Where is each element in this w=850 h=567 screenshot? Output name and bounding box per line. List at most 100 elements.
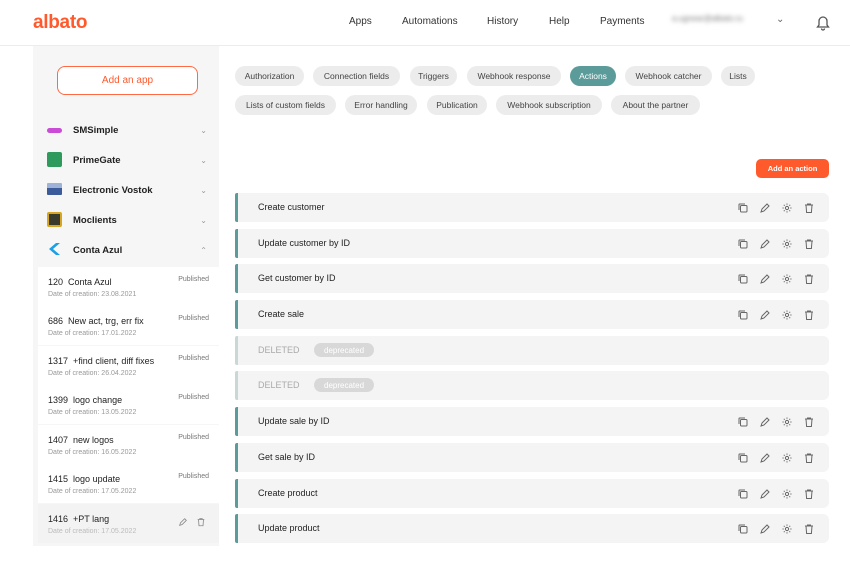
app-name: Conta Azul [73, 244, 123, 256]
chevron-down-icon[interactable]: ⌄ [776, 14, 784, 25]
trash-icon[interactable] [803, 416, 815, 428]
action-row[interactable]: Create sale [235, 300, 829, 329]
chevron-down-icon[interactable]: ⌄ [200, 186, 207, 195]
action-label: DELETED [258, 380, 300, 390]
trash-icon[interactable] [196, 517, 206, 527]
add-action-button[interactable]: Add an action [756, 159, 829, 178]
gear-icon[interactable] [781, 309, 793, 321]
action-row[interactable]: Update customer by ID [235, 229, 829, 258]
gear-icon[interactable] [781, 452, 793, 464]
version-item[interactable]: 1399 logo change Date of creation: 13.05… [38, 385, 219, 424]
action-label: Get sale by ID [258, 452, 316, 462]
version-date: Date of creation: 17.01.2022 [48, 330, 137, 337]
copy-icon[interactable] [737, 523, 749, 535]
gear-icon[interactable] [781, 416, 793, 428]
tab-lists-of-custom-fields[interactable]: Lists of custom fields [235, 95, 336, 115]
version-name: logo update [73, 474, 121, 484]
nav-history[interactable]: History [487, 16, 518, 27]
gear-icon[interactable] [781, 238, 793, 250]
copy-icon[interactable] [737, 238, 749, 250]
tab-webhook-response[interactable]: Webhook response [467, 66, 561, 86]
action-row[interactable]: Update product [235, 514, 829, 543]
action-row[interactable]: Get customer by ID [235, 264, 829, 293]
gear-icon[interactable] [781, 202, 793, 214]
pencil-icon[interactable] [759, 523, 771, 535]
gear-icon[interactable] [781, 523, 793, 535]
chevron-down-icon[interactable]: ⌄ [200, 126, 207, 135]
electronic-vostok-logo-icon [47, 183, 62, 195]
tab-webhook-subscription[interactable]: Webhook subscription [496, 95, 602, 115]
albato-logo[interactable]: albato [33, 12, 87, 34]
tab-actions[interactable]: Actions [570, 66, 616, 86]
sidebar-app-smsimple[interactable]: SMSimple ⌄ [33, 115, 219, 145]
copy-icon[interactable] [737, 202, 749, 214]
version-item[interactable]: 1415 logo update Date of creation: 17.05… [38, 464, 219, 503]
deprecated-badge: deprecated [314, 343, 375, 357]
deprecated-badge: deprecated [314, 378, 375, 392]
tab-webhook-catcher[interactable]: Webhook catcher [625, 66, 712, 86]
version-id: 1416 [48, 514, 69, 524]
action-label: Create customer [258, 202, 325, 212]
pencil-icon[interactable] [759, 309, 771, 321]
version-item[interactable]: 1407 new logos Date of creation: 16.05.2… [38, 425, 219, 464]
nav-apps[interactable]: Apps [349, 16, 372, 27]
action-row[interactable]: Get sale by ID [235, 443, 829, 472]
pencil-icon[interactable] [759, 452, 771, 464]
version-item[interactable]: 1317 +find client, diff fixes Date of cr… [38, 346, 219, 385]
pencil-icon[interactable] [759, 202, 771, 214]
trash-icon[interactable] [803, 523, 815, 535]
nav-help[interactable]: Help [549, 16, 570, 27]
trash-icon[interactable] [803, 238, 815, 250]
pencil-icon[interactable] [759, 238, 771, 250]
trash-icon[interactable] [803, 488, 815, 500]
pencil-icon[interactable] [178, 517, 188, 527]
app-name: Electronic Vostok [73, 184, 153, 196]
gear-icon[interactable] [781, 488, 793, 500]
bell-icon[interactable] [815, 13, 831, 31]
action-row[interactable]: Create customer [235, 193, 829, 222]
copy-icon[interactable] [737, 309, 749, 321]
add-app-button[interactable]: Add an app [57, 66, 198, 95]
sidebar-app-electronic-vostok[interactable]: Electronic Vostok ⌄ [33, 175, 219, 205]
trash-icon[interactable] [803, 202, 815, 214]
version-item[interactable]: 120 Conta Azul Date of creation: 23.08.2… [38, 267, 219, 306]
app-name: Moclients [73, 214, 117, 226]
pencil-icon[interactable] [759, 416, 771, 428]
tab-lists[interactable]: Lists [721, 66, 755, 86]
tab-error-handling[interactable]: Error handling [345, 95, 417, 115]
sidebar-app-moclients[interactable]: Moclients ⌄ [33, 205, 219, 235]
tab-about-the-partner[interactable]: About the partner [611, 95, 700, 115]
nav-payments[interactable]: Payments [600, 16, 644, 27]
tab-connection-fields[interactable]: Connection fields [313, 66, 400, 86]
copy-icon[interactable] [737, 273, 749, 285]
action-row[interactable]: Update sale by ID [235, 407, 829, 436]
action-row[interactable]: Create product [235, 479, 829, 508]
tab-publication[interactable]: Publication [427, 95, 487, 115]
trash-icon[interactable] [803, 309, 815, 321]
version-date: Date of creation: 17.05.2022 [48, 488, 137, 495]
pencil-icon[interactable] [759, 273, 771, 285]
pencil-icon[interactable] [759, 488, 771, 500]
version-id: 1317 [48, 356, 69, 366]
copy-icon[interactable] [737, 488, 749, 500]
copy-icon[interactable] [737, 452, 749, 464]
user-email[interactable]: a.ugnear@albato.ru [672, 14, 764, 27]
version-id: 120 [48, 277, 64, 287]
sidebar-app-primegate[interactable]: PrimeGate ⌄ [33, 145, 219, 175]
chevron-down-icon[interactable]: ⌄ [200, 156, 207, 165]
chevron-up-icon[interactable]: ⌃ [200, 246, 207, 255]
action-label: Update sale by ID [258, 416, 330, 426]
sidebar-app-conta-azul[interactable]: Conta Azul ⌃ [33, 235, 219, 265]
action-label: Create product [258, 488, 318, 498]
nav-automations[interactable]: Automations [402, 16, 458, 27]
trash-icon[interactable] [803, 273, 815, 285]
trash-icon[interactable] [803, 452, 815, 464]
tab-authorization[interactable]: Authorization [235, 66, 304, 86]
version-item[interactable]: 1416 +PT lang Date of creation: 17.05.20… [38, 504, 219, 543]
version-item[interactable]: 686 New act, trg, err fix Date of creati… [38, 306, 219, 345]
gear-icon[interactable] [781, 273, 793, 285]
version-id: 686 [48, 316, 64, 326]
tab-triggers[interactable]: Triggers [410, 66, 457, 86]
copy-icon[interactable] [737, 416, 749, 428]
chevron-down-icon[interactable]: ⌄ [200, 216, 207, 225]
